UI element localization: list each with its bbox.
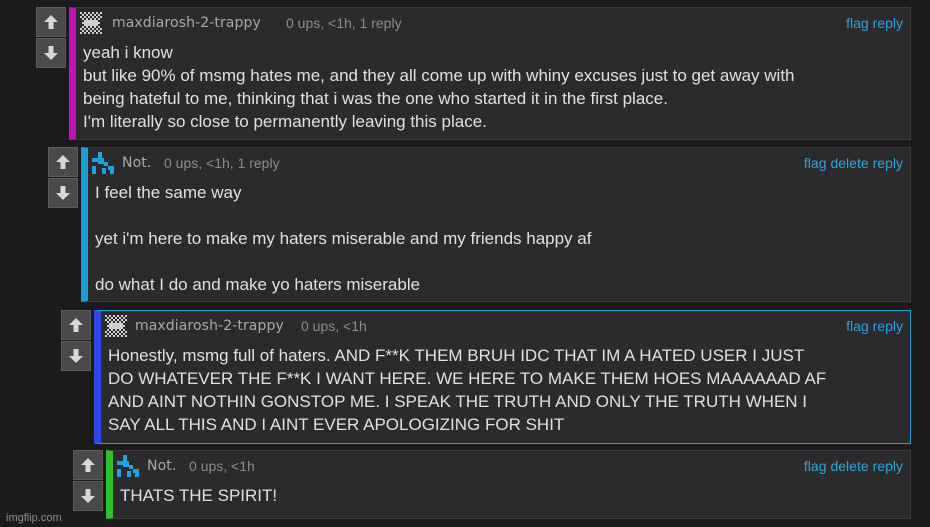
flag-link[interactable]: flag xyxy=(846,15,869,31)
delete-link[interactable]: delete xyxy=(830,458,868,474)
comment-line: but like 90% of msmg hates me, and they … xyxy=(83,66,795,85)
downvote-button[interactable] xyxy=(73,481,103,511)
upvote-button[interactable] xyxy=(73,450,103,480)
username-link[interactable]: maxdiarosh-2-trappy xyxy=(135,318,284,334)
comment-line: yet i'm here to make my haters miserable… xyxy=(95,229,592,248)
comment-line: SAY ALL THIS AND I AINT EVER APOLOGIZING… xyxy=(108,415,565,434)
up-arrow-icon xyxy=(67,316,85,334)
comment-meta: 0 ups, <1h xyxy=(189,458,255,474)
comment-line: AND AINT NOTHIN GONSTOP ME. I SPEAK THE … xyxy=(108,392,808,411)
comment: maxdiarosh-2-trappy 0 ups, <1h flag reply… xyxy=(61,310,911,444)
upvote-button[interactable] xyxy=(36,7,66,37)
comment-line: I'm literally so close to permanently le… xyxy=(83,112,487,131)
down-arrow-icon xyxy=(67,347,85,365)
comment-line: Honestly, msmg full of haters. AND F**K … xyxy=(108,346,805,365)
comment-line xyxy=(95,250,902,273)
comment-card: maxdiarosh-2-trappy 0 ups, <1h, 1 reply … xyxy=(69,7,911,140)
up-arrow-icon xyxy=(42,13,60,31)
reply-link[interactable]: reply xyxy=(873,155,903,171)
up-arrow-icon xyxy=(54,153,72,171)
upvote-button[interactable] xyxy=(61,310,91,340)
blue-pixel-avatar[interactable] xyxy=(117,455,139,477)
comment-line: THATS THE SPIRIT! xyxy=(120,486,278,505)
comment-meta: 0 ups, <1h, 1 reply xyxy=(286,15,402,31)
upvote-button[interactable] xyxy=(48,147,78,177)
username-link[interactable]: maxdiarosh-2-trappy xyxy=(112,15,261,31)
vote-controls xyxy=(61,310,93,371)
flag-link[interactable]: flag xyxy=(804,458,827,474)
comment-meta: 0 ups, <1h xyxy=(301,318,367,334)
comment-meta: 0 ups, <1h, 1 reply xyxy=(164,155,280,171)
comment: maxdiarosh-2-trappy 0 ups, <1h, 1 reply … xyxy=(36,7,911,140)
imgflip-watermark: imgflip.com xyxy=(6,512,62,524)
comment-body: THATS THE SPIRIT! xyxy=(113,479,910,507)
comment-header: maxdiarosh-2-trappy 0 ups, <1h flag reply xyxy=(101,311,910,339)
comment-actions: flag reply xyxy=(842,15,903,31)
grey-pixel-avatar[interactable] xyxy=(105,315,127,337)
flag-link[interactable]: flag xyxy=(804,155,827,171)
down-arrow-icon xyxy=(79,487,97,505)
comment-header: Not. 0 ups, <1h, 1 reply flag delete reply xyxy=(88,148,910,176)
comment-actions: flag reply xyxy=(842,318,903,334)
comment-card: Not. 0 ups, <1h, 1 reply flag delete reply… xyxy=(81,147,911,302)
comment-body: yeah i know but like 90% of msmg hates me… xyxy=(76,36,910,133)
vote-controls xyxy=(73,450,105,511)
down-arrow-icon xyxy=(42,44,60,62)
comment-body: Honestly, msmg full of haters. AND F**K … xyxy=(101,339,910,436)
username-link[interactable]: Not. xyxy=(122,155,151,171)
comment: Not. 0 ups, <1h, 1 reply flag delete reply… xyxy=(48,147,911,302)
comment-actions: flag delete reply xyxy=(800,155,903,171)
downvote-button[interactable] xyxy=(48,178,78,208)
comment-line xyxy=(95,204,902,227)
comment-body: I feel the same way yet i'm here to make … xyxy=(88,176,910,296)
comment-card: Not. 0 ups, <1h flag delete reply THATS TH… xyxy=(106,450,911,519)
up-arrow-icon xyxy=(79,456,97,474)
downvote-button[interactable] xyxy=(61,341,91,371)
reply-link[interactable]: reply xyxy=(873,15,903,31)
username-link[interactable]: Not. xyxy=(147,458,176,474)
comment: Not. 0 ups, <1h flag delete reply THATS TH… xyxy=(73,450,911,519)
reply-link[interactable]: reply xyxy=(873,458,903,474)
downvote-button[interactable] xyxy=(36,38,66,68)
comment-line: being hateful to me, thinking that i was… xyxy=(83,89,668,108)
comment-line: DO WHATEVER THE F**K I WANT HERE. WE HER… xyxy=(108,369,827,388)
vote-controls xyxy=(36,7,68,68)
grey-pixel-avatar[interactable] xyxy=(80,12,102,34)
comment-header: maxdiarosh-2-trappy 0 ups, <1h, 1 reply … xyxy=(76,8,910,36)
delete-link[interactable]: delete xyxy=(830,155,868,171)
reply-link[interactable]: reply xyxy=(873,318,903,334)
blue-pixel-avatar[interactable] xyxy=(92,152,114,174)
flag-link[interactable]: flag xyxy=(846,318,869,334)
vote-controls xyxy=(48,147,80,208)
comment-line: do what I do and make yo haters miserabl… xyxy=(95,275,421,294)
comment-line: yeah i know xyxy=(83,43,173,62)
comment-card: maxdiarosh-2-trappy 0 ups, <1h flag reply… xyxy=(94,310,911,444)
comment-header: Not. 0 ups, <1h flag delete reply xyxy=(113,451,910,479)
down-arrow-icon xyxy=(54,184,72,202)
comment-line: I feel the same way xyxy=(95,183,242,202)
comment-actions: flag delete reply xyxy=(800,458,903,474)
